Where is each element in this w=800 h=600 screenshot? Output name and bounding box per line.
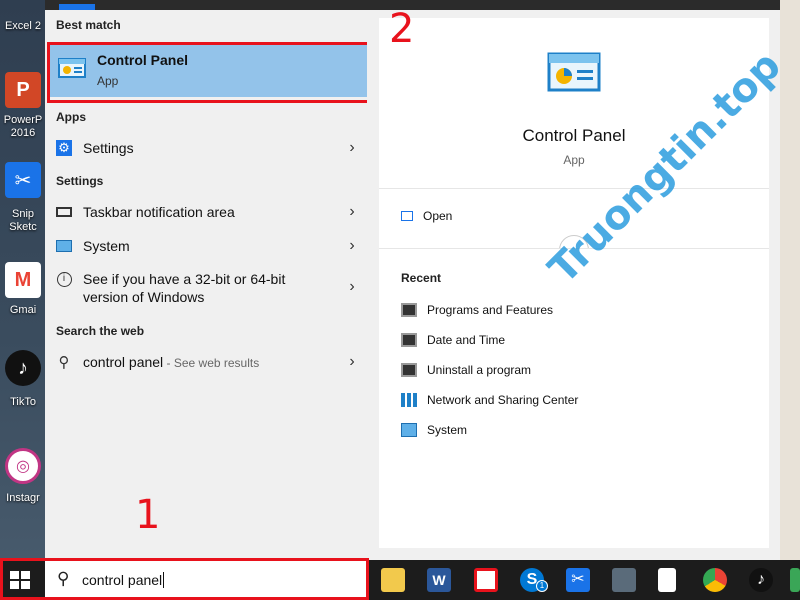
info-icon: i: [56, 272, 72, 287]
result-label: Settings: [83, 140, 134, 156]
result-web-search[interactable]: ⚲ control panel - See web results ›: [45, 352, 367, 372]
result-label: See if you have a 32-bit or 64-bit versi…: [83, 271, 286, 305]
tiktok-taskbar-icon[interactable]: ♪: [749, 568, 773, 592]
taskbar-icon: [56, 207, 72, 217]
recent-header: Recent: [401, 271, 442, 285]
annotation-number-2: 2: [389, 6, 415, 52]
result-taskbar-notification-area[interactable]: Taskbar notification area ›: [45, 202, 367, 222]
chevron-right-icon[interactable]: ›: [337, 139, 367, 157]
recent-label: Network and Sharing Center: [427, 393, 579, 407]
desktop-icon-excel[interactable]: Excel 2: [0, 0, 46, 33]
chevron-right-icon[interactable]: ›: [337, 237, 367, 255]
desktop-icon-label: Snip Sketc: [9, 208, 37, 233]
chevron-right-icon[interactable]: ›: [337, 203, 367, 221]
gear-icon: ⚙: [56, 140, 72, 156]
apps-header: Apps: [56, 110, 86, 124]
open-action[interactable]: Open: [401, 209, 452, 223]
recent-item[interactable]: System: [401, 423, 467, 437]
result-32-64-bit[interactable]: i See if you have a 32-bit or 64-bit ver…: [45, 270, 367, 308]
result-label: System: [83, 238, 130, 254]
app-icon-edge[interactable]: [790, 568, 800, 592]
best-match-header: Best match: [56, 18, 121, 32]
desktop-icon-gmail[interactable]: M Gmai: [0, 262, 46, 317]
recent-label: Programs and Features: [427, 303, 554, 317]
desktop-icon-label: Excel 2: [4, 20, 42, 32]
desktop-icon-tiktok[interactable]: ♪ TikTo: [0, 350, 46, 409]
snip-sketch-taskbar-icon[interactable]: ✂: [566, 568, 590, 592]
file-explorer-icon[interactable]: [381, 568, 405, 592]
annotation-box-search: [0, 558, 369, 600]
recent-item[interactable]: Programs and Features: [401, 303, 553, 317]
uninstall-icon: [401, 363, 417, 377]
recent-item[interactable]: Network and Sharing Center: [401, 393, 578, 407]
desktop-icon-label: Instagr: [6, 492, 40, 504]
gmail-icon: M: [5, 262, 41, 298]
result-label: Taskbar notification area: [83, 204, 235, 220]
result-settings-app[interactable]: ⚙ Settings ›: [45, 138, 367, 158]
desktop-icon-label: PowerP 2016: [3, 114, 43, 139]
clock-icon: [401, 333, 417, 347]
snip-sketch-icon: ✂: [5, 162, 41, 198]
skype-badge: 1: [536, 580, 548, 592]
app-icon[interactable]: [474, 568, 498, 592]
open-label: Open: [423, 209, 453, 223]
taskbar: ⚲ control panel W S 1 ✂ ♪: [0, 558, 800, 600]
instagram-icon: ◎: [5, 448, 41, 484]
desktop-icon-label: TikTo: [10, 396, 36, 408]
desktop-icon-snip-sketch[interactable]: ✂ Snip Sketc: [0, 162, 46, 234]
chrome-icon[interactable]: [703, 568, 727, 592]
desktop-icon-label: Gmai: [9, 304, 37, 316]
settings-header: Settings: [56, 174, 104, 188]
recent-section: Recent Programs and Features Date and Ti…: [379, 248, 769, 548]
chevron-right-icon[interactable]: ›: [337, 353, 367, 371]
open-icon: [401, 211, 413, 221]
web-header: Search the web: [56, 324, 145, 338]
chevron-right-icon[interactable]: ›: [337, 270, 367, 296]
word-icon[interactable]: W: [427, 568, 451, 592]
tiktok-icon: ♪: [5, 350, 41, 386]
monitor-icon: [56, 240, 72, 252]
detail-subtitle: App: [563, 153, 585, 167]
control-panel-large-icon: [547, 52, 601, 92]
web-suffix: - See web results: [163, 355, 260, 370]
recent-label: Uninstall a program: [427, 363, 532, 377]
annotation-box-best-match: [47, 42, 377, 103]
calculator-icon[interactable]: [612, 568, 636, 592]
search-icon: ⚲: [58, 354, 70, 371]
desktop-icon-powerpoint[interactable]: P PowerP 2016: [0, 72, 46, 140]
web-query: control panel: [83, 353, 164, 370]
programs-icon: [401, 303, 417, 317]
result-system[interactable]: System ›: [45, 236, 367, 256]
network-icon: [401, 393, 417, 407]
recent-label: System: [427, 423, 468, 437]
system-monitor-icon: [401, 423, 417, 437]
background-wall: [780, 0, 800, 560]
search-results-pane: Best match Control Panel App Apps ⚙ Sett…: [45, 10, 377, 560]
document-icon[interactable]: [658, 568, 676, 592]
recent-label: Date and Time: [427, 333, 506, 347]
annotation-number-1: 1: [135, 492, 161, 538]
desktop-icon-instagram[interactable]: ◎ Instagr: [0, 448, 46, 505]
powerpoint-icon: P: [5, 72, 41, 108]
recent-item[interactable]: Date and Time: [401, 333, 505, 347]
recent-item[interactable]: Uninstall a program: [401, 363, 531, 377]
